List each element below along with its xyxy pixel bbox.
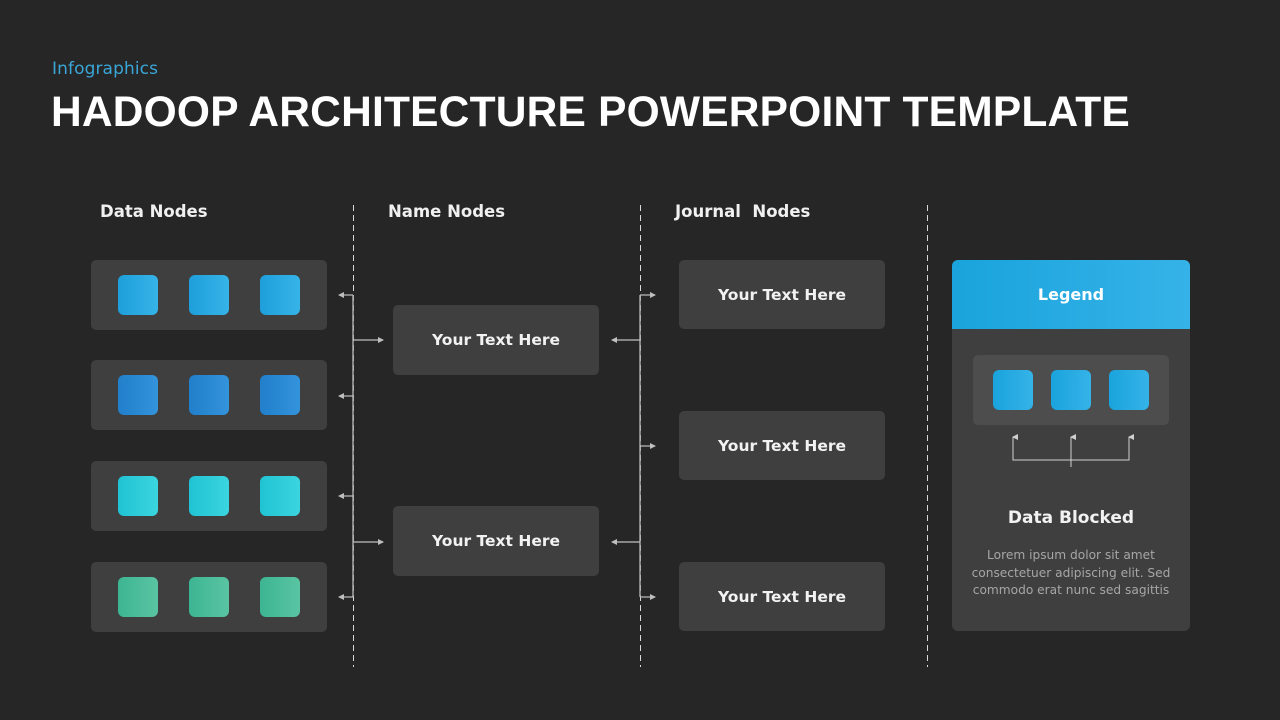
legend-connector <box>1012 434 1134 467</box>
data-blocked-title: Data Blocked <box>1007 508 1135 528</box>
data-blocked-description: Lorem ipsum dolor sit amet consectetuer … <box>971 548 1171 597</box>
